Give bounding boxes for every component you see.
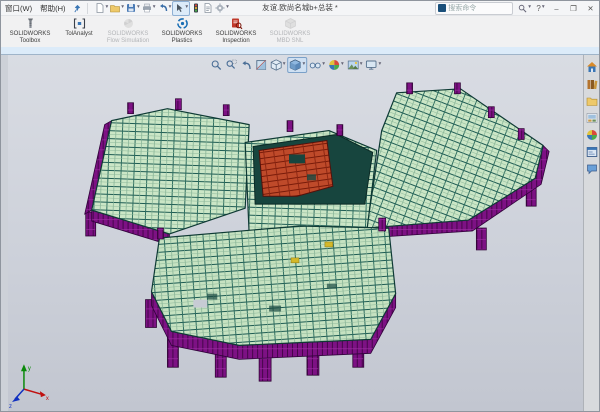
tab-solidworks-toolbox[interactable]: SOLIDWORKS Toolbox (3, 15, 57, 47)
options-button[interactable]: ▾ (214, 2, 230, 15)
model-left-wing (92, 109, 249, 234)
tab-solidworks-plastics[interactable]: SOLIDWORKS Plastics (155, 15, 209, 47)
model-core-highlight (253, 135, 373, 205)
select-button[interactable]: ▾ (172, 1, 190, 16)
solidworks-resources-icon[interactable] (585, 162, 598, 175)
model-viewport-canvas[interactable]: y x z (8, 55, 583, 411)
flow-simulation-icon (122, 17, 135, 30)
pin-icon[interactable] (73, 4, 82, 13)
design-library-icon[interactable] (585, 77, 598, 90)
command-manager: SOLIDWORKS Toolbox TolAnalyst SOLIDWORKS… (1, 15, 599, 47)
custom-properties-icon[interactable] (585, 145, 598, 158)
triad-x-label: x (46, 396, 49, 402)
view-settings-icon[interactable]: ▾ (365, 58, 383, 72)
zoom-to-area-icon[interactable] (224, 58, 238, 72)
tab-solidworks-mbd-snl[interactable]: SOLIDWORKS MBD SNL (263, 15, 317, 47)
open-button[interactable]: ▾ (109, 2, 125, 15)
solidworks-window: 窗口(W) 帮助(H) ▾ ▾ ▾ ▾ ▾ ▾ (0, 0, 600, 412)
help-button[interactable]: ?▾ (533, 2, 548, 15)
title-bar: 窗口(W) 帮助(H) ▾ ▾ ▾ ▾ ▾ ▾ (1, 1, 599, 16)
tolanalyst-icon (73, 17, 86, 30)
model-formwork-assembly[interactable] (85, 83, 549, 381)
tab-tolanalyst[interactable]: TolAnalyst (57, 15, 101, 47)
view-palette-icon[interactable] (585, 111, 598, 124)
restore-button[interactable]: ❐ (565, 2, 582, 15)
titlebar-right-cluster: 搜索命令 ▾ ?▾ – ❐ ✕ (435, 1, 599, 15)
menu-window[interactable]: 窗口(W) (1, 3, 36, 14)
search-icon[interactable]: ▾ (516, 2, 533, 15)
menu-help[interactable]: 帮助(H) (36, 3, 69, 14)
undo-button[interactable]: ▾ (157, 2, 173, 15)
tab-label: TolAnalyst (65, 31, 92, 38)
toolbar-separator (87, 3, 88, 14)
tab-label: SOLIDWORKS Flow Simulation (103, 31, 153, 44)
close-button[interactable]: ✕ (582, 2, 599, 15)
heads-up-view-toolbar: ▾ ▾ ▾ ▾ ▾ ▾ (209, 57, 383, 73)
edit-appearance-icon[interactable]: ▾ (327, 58, 345, 72)
tab-solidworks-flow-simulation[interactable]: SOLIDWORKS Flow Simulation (101, 15, 155, 47)
zoom-to-fit-icon[interactable] (209, 58, 223, 72)
task-pane (583, 55, 599, 411)
reference-triad: y x z (9, 364, 49, 410)
section-view-icon[interactable] (254, 58, 268, 72)
previous-view-icon[interactable] (239, 58, 253, 72)
solidworks-logo-icon (438, 4, 446, 12)
quick-access-toolbar: ▾ ▾ ▾ ▾ ▾ ▾ ▾ (94, 1, 230, 16)
apply-scene-icon[interactable]: ▾ (346, 58, 364, 72)
toolbox-icon (24, 17, 37, 30)
tab-solidworks-inspection[interactable]: SOLIDWORKS Inspection (209, 15, 263, 47)
tab-label: SOLIDWORKS Plastics (157, 31, 207, 44)
command-manager-accent-strip (1, 47, 599, 55)
inspection-icon (230, 17, 243, 30)
tab-label: SOLIDWORKS Toolbox (5, 31, 55, 44)
triad-y-label: y (28, 366, 31, 372)
rebuild-button[interactable] (190, 2, 202, 15)
save-button[interactable]: ▾ (125, 2, 141, 15)
new-document-button[interactable]: ▾ (94, 2, 110, 15)
view-orientation-icon[interactable]: ▾ (269, 58, 287, 72)
file-explorer-icon[interactable] (585, 94, 598, 107)
plastics-icon (176, 17, 189, 30)
model-bottom-wing (152, 226, 396, 345)
mbd-snl-icon (284, 17, 297, 30)
print-button[interactable]: ▾ (141, 2, 157, 15)
search-commands-box[interactable]: 搜索命令 (435, 2, 513, 15)
graphics-area[interactable]: ▾ ▾ ▾ ▾ ▾ ▾ (8, 55, 583, 411)
model-right-wing (367, 89, 543, 228)
hide-show-items-icon[interactable]: ▾ (308, 58, 326, 72)
document-title: 友谊.欧尚名城b+总装 * (262, 1, 338, 15)
minimize-button[interactable]: – (548, 2, 565, 15)
tab-label: SOLIDWORKS Inspection (211, 31, 261, 44)
triad-z-label: z (9, 404, 12, 410)
appearances-scenes-icon[interactable] (585, 128, 598, 141)
home-icon[interactable] (585, 60, 598, 73)
tab-label: SOLIDWORKS MBD SNL (265, 31, 315, 44)
file-properties-button[interactable] (202, 2, 214, 15)
search-input[interactable]: 搜索命令 (448, 3, 476, 13)
display-style-icon[interactable]: ▾ (287, 57, 307, 73)
